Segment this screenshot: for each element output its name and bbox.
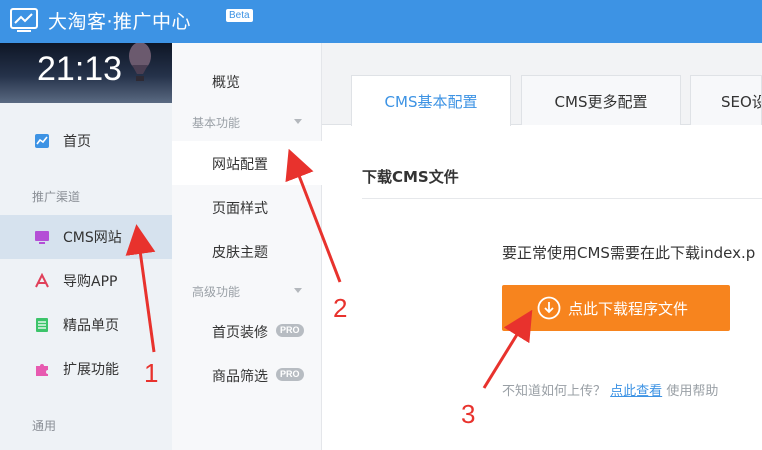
section-label-promo: 推广渠道 — [32, 190, 81, 204]
pro-badge: PRO — [276, 368, 304, 381]
hot-air-balloon-icon — [129, 43, 151, 81]
tab-label: SEO设 — [721, 93, 761, 111]
clock: 21:13 — [37, 50, 123, 88]
annotation-number-1: 1 — [144, 358, 159, 388]
top-bar: 大淘客·推广中心 Beta — [0, 0, 762, 43]
subnav-item-product-filter[interactable]: 商品筛选 PRO — [172, 353, 322, 397]
subnav-item-label: 商品筛选 — [212, 369, 268, 385]
tab-cms-basic[interactable]: CMS基本配置 — [351, 75, 511, 126]
section-label-general: 通用 — [32, 419, 57, 433]
beta-badge: Beta — [226, 9, 253, 22]
caret-down-icon[interactable] — [294, 288, 302, 293]
tab-label: CMS更多配置 — [554, 93, 648, 111]
sidebar-item-label: 扩展功能 — [63, 362, 119, 378]
help-link[interactable]: 点此查看 — [610, 384, 662, 399]
subnav-item-label: 首页装修 — [212, 325, 268, 341]
puzzle-icon — [36, 364, 48, 376]
monitor-icon — [35, 231, 49, 244]
sidebar-item-label: CMS网站 — [63, 230, 122, 246]
sidebar-item-cms[interactable]: CMS网站 — [0, 215, 172, 259]
monitor-chart-icon — [10, 8, 38, 32]
subnav-item-skin-theme[interactable]: 皮肤主题 — [172, 229, 322, 273]
download-button[interactable]: 点此下载程序文件 — [502, 285, 730, 331]
subnav-item-label: 页面样式 — [212, 201, 268, 217]
main-content: CMS基本配置 CMS更多配置 SEO设 下载CMS文件 要正常使用CMS需要在… — [322, 43, 762, 450]
sidebar-item-label: 精品单页 — [63, 318, 119, 334]
download-icon — [537, 296, 561, 320]
subnav-item-home-decoration[interactable]: 首页装修 PRO — [172, 309, 322, 353]
page-icon — [36, 318, 48, 332]
subnav-item-label: 皮肤主题 — [212, 245, 268, 261]
subnav-item-label: 概览 — [212, 75, 240, 91]
tab-seo[interactable]: SEO设 — [690, 75, 762, 125]
subnav-item-overview[interactable]: 概览 — [172, 59, 322, 103]
subnav-item-site-config[interactable]: 网站配置 — [172, 141, 322, 185]
app-icon — [35, 273, 49, 288]
tab-cms-more[interactable]: CMS更多配置 — [521, 75, 681, 125]
chart-icon — [35, 134, 49, 148]
clock-banner: 21:13 — [0, 43, 172, 103]
tab-label: CMS基本配置 — [384, 93, 478, 111]
sub-navigation: 概览 基本功能 网站配置 页面样式 皮肤主题 高级功能 首页装修 PRO 商品筛… — [172, 43, 322, 450]
sidebar-item-home[interactable]: 首页 — [0, 119, 172, 163]
help-suffix: 使用帮助 — [666, 384, 719, 399]
app-title: 大淘客·推广中心 — [48, 11, 192, 33]
sidebar-item-single-page[interactable]: 精品单页 — [0, 303, 172, 347]
sidebar-item-label: 导购APP — [63, 274, 118, 290]
tabs-bar: CMS基本配置 CMS更多配置 SEO设 — [322, 43, 762, 126]
download-button-label: 点此下载程序文件 — [568, 301, 689, 318]
subnav-group-advanced: 高级功能 — [192, 285, 241, 299]
help-line: 不知道如何上传？ 点此查看 使用帮助 — [502, 380, 718, 399]
annotation-number-2: 2 — [333, 293, 348, 323]
download-description: 要正常使用CMS需要在此下载index.p — [502, 244, 756, 262]
caret-down-icon[interactable] — [294, 119, 302, 124]
annotation-number-3: 3 — [461, 399, 476, 429]
divider — [362, 198, 762, 199]
sidebar-item-app[interactable]: 导购APP — [0, 259, 172, 303]
help-prefix: 不知道如何上传？ — [502, 384, 607, 399]
sidebar-item-label: 首页 — [63, 134, 91, 150]
subnav-item-label: 网站配置 — [212, 157, 268, 173]
subnav-group-basic: 基本功能 — [192, 116, 241, 130]
subnav-item-page-style[interactable]: 页面样式 — [172, 185, 322, 229]
section-title: 下载CMS文件 — [362, 168, 459, 186]
pro-badge: PRO — [276, 324, 304, 337]
